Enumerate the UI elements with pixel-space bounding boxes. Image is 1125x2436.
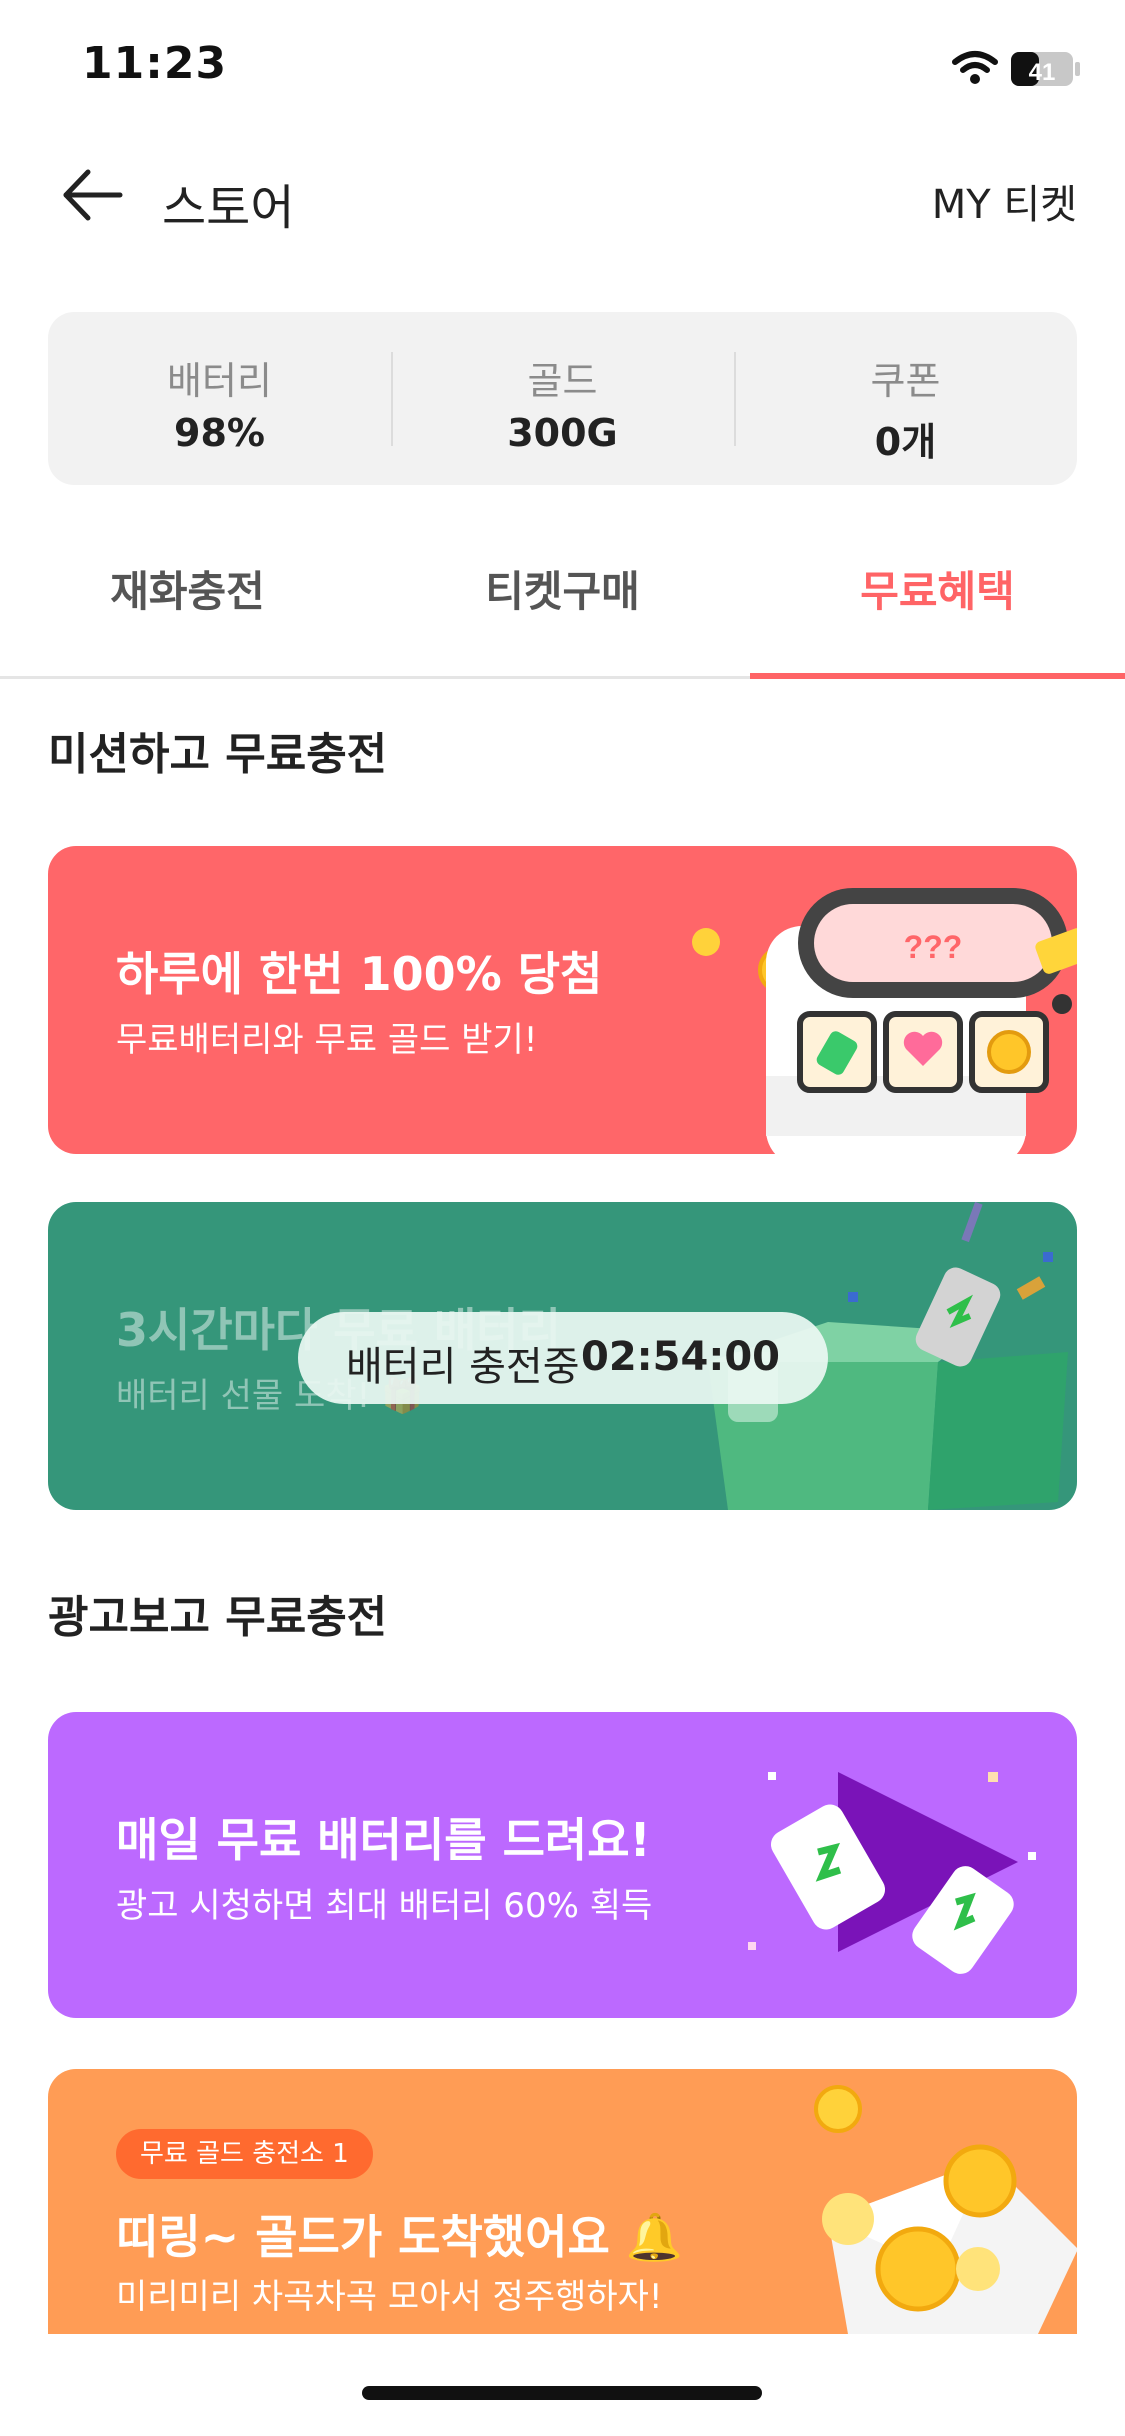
balance-value: 300G (507, 411, 618, 455)
banner-title: 매일 무료 배터리를 드려요! (116, 1813, 651, 1867)
tab-free-benefits[interactable]: 무료혜택 (750, 558, 1125, 619)
page-title: 스토어 (162, 180, 295, 236)
balance-value: 0개 (874, 420, 937, 464)
status-icons: 41 (945, 44, 1085, 94)
gold-station-badge: 무료 골드 충전소 1 (116, 2129, 373, 2179)
banner-subtitle: 무료배터리와 무료 골드 받기! (116, 1020, 538, 1060)
timer-label: 배터리 충전중 (346, 1344, 580, 1390)
bottom-safe-area (0, 2334, 1125, 2436)
balance-label: 배터리 (167, 359, 272, 403)
tab-ticket-purchase[interactable]: 티켓구매 (375, 558, 750, 619)
home-indicator[interactable] (362, 2386, 762, 2400)
gold-charge-banner[interactable]: 무료 골드 충전소 1 띠링~ 골드가 도착했어요 🔔 미리미리 차곡차곡 모아… (48, 2069, 1077, 2334)
balance-label: 쿠폰 (870, 359, 941, 403)
gold-envelope-icon (814, 2085, 1077, 2334)
balance-label: 골드 (527, 359, 598, 403)
daily-lottery-banner[interactable]: 하루에 한번 100% 당첨 무료배터리와 무료 골드 받기! ??? (48, 846, 1077, 1154)
banner-title: 띠링~ 골드가 도착했어요 🔔 (116, 2210, 684, 2264)
banner-subtitle: 미리미리 차곡차곡 모아서 정주행하자! (116, 2277, 663, 2317)
battery-icon: 41 (1011, 52, 1080, 86)
store-tabs: 재화충전 티켓구매 무료혜택 (0, 540, 1125, 679)
status-time: 11:23 (82, 38, 228, 89)
battery-level: 41 (1029, 59, 1056, 86)
slot-machine-icon: ??? (692, 888, 1077, 1154)
battery-balance[interactable]: 배터리 98% (48, 312, 391, 485)
active-tab-indicator (750, 673, 1125, 679)
svg-text:???: ??? (904, 929, 963, 965)
banner-title: 하루에 한번 100% 당첨 (116, 947, 603, 1001)
coupon-balance[interactable]: 쿠폰 0개 (734, 312, 1077, 485)
back-button[interactable] (58, 160, 128, 230)
gold-balance[interactable]: 골드 300G (391, 312, 734, 485)
section-title-mission: 미션하고 무료충전 (48, 729, 388, 780)
arrow-left-icon (63, 169, 123, 221)
timer-value: 02:54:00 (581, 1334, 780, 1380)
balance-value: 98% (174, 411, 265, 455)
tab-currency-charge[interactable]: 재화충전 (0, 558, 375, 619)
play-battery-icon (748, 1772, 1036, 1974)
balance-summary: 배터리 98% 골드 300G 쿠폰 0개 (48, 312, 1077, 485)
watch-ad-battery-banner[interactable]: 매일 무료 배터리를 드려요! 광고 시청하면 최대 배터리 60% 획득 (48, 1712, 1077, 2018)
wifi-icon (952, 51, 998, 84)
battery-charging-timer: 배터리 충전중 02:54:00 (298, 1312, 828, 1404)
section-title-ads: 광고보고 무료충전 (48, 1592, 388, 1643)
my-ticket-link[interactable]: MY 티켓 (932, 172, 1077, 230)
banner-subtitle: 광고 시청하면 최대 배터리 60% 획득 (116, 1886, 653, 1926)
